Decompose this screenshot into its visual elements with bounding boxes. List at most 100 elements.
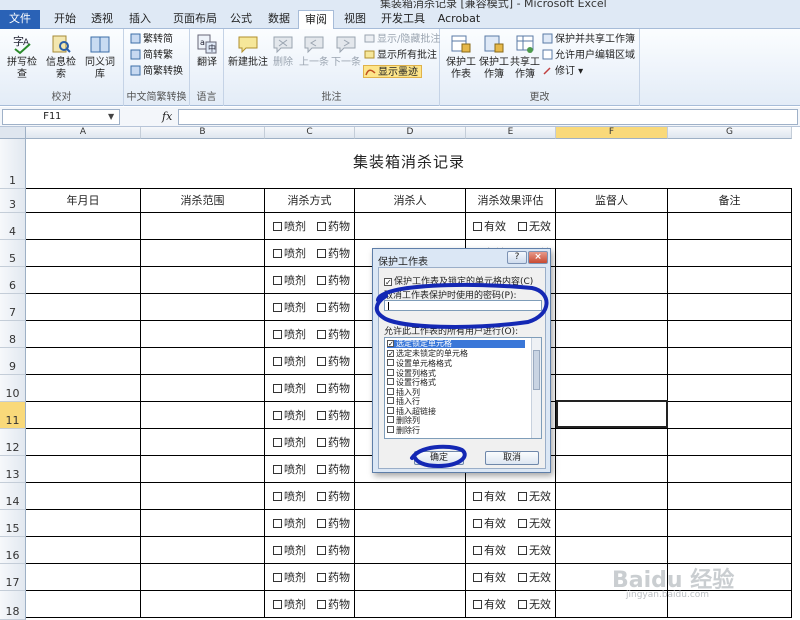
table-cell[interactable] [556,375,668,402]
table-cell[interactable] [556,294,668,321]
table-cell[interactable] [556,456,668,483]
table-cell[interactable]: 喷剂 药物 [265,591,355,618]
list-scrollbar[interactable] [531,338,541,438]
table-cell[interactable]: 喷剂 药物 [265,564,355,591]
header-cell-effect[interactable]: 消杀效果评估 [466,189,556,213]
permission-item[interactable]: ✓ 选定锁定单元格 [387,340,525,348]
table-cell[interactable]: 喷剂 药物 [265,429,355,456]
row-header[interactable]: 5 [0,240,26,267]
table-cell[interactable]: 有效 无效 [466,537,556,564]
show-all-comments-button[interactable]: 显示所有批注 [364,49,437,62]
table-cell[interactable] [141,213,265,240]
protect-workbook-button[interactable]: 保护工作簿 [478,33,510,81]
table-cell[interactable] [26,483,141,510]
chinese-convert-button[interactable]: 简繁转换 [130,65,183,78]
allow-edit-ranges-button[interactable]: 允许用户编辑区域 [542,49,635,62]
checkbox-icon[interactable] [387,359,394,366]
tab-page-layout[interactable]: 页面布局 [166,10,224,29]
row-header[interactable]: 18 [0,591,26,620]
table-cell[interactable] [141,321,265,348]
table-cell[interactable] [26,240,141,267]
table-cell[interactable] [668,240,792,267]
header-cell-date[interactable]: 年月日 [26,189,141,213]
permissions-list[interactable]: ✓ 选定锁定单元格 ✓ 选定未锁定的单元格 设置单元格格式 设置列格式 设置行格式 插入列 插入… [384,337,542,439]
table-cell[interactable] [556,483,668,510]
row-header[interactable]: 12 [0,429,26,456]
table-cell[interactable] [26,537,141,564]
table-cell[interactable] [668,213,792,240]
protect-share-button[interactable]: 保护并共享工作簿 [542,33,635,46]
tab-perspective[interactable]: 透视 [86,10,118,29]
row-header[interactable]: 4 [0,213,26,240]
table-cell[interactable] [668,402,792,429]
table-cell[interactable]: 有效 无效 [466,510,556,537]
table-cell[interactable] [26,321,141,348]
table-cell[interactable] [668,456,792,483]
column-header-d[interactable]: D [355,127,466,139]
permission-item[interactable]: 删除行 [387,425,420,434]
ok-button[interactable]: 确定 [414,451,464,465]
table-cell[interactable] [141,456,265,483]
table-cell[interactable] [668,321,792,348]
track-changes-button[interactable]: 修订 ▾ [542,65,583,78]
table-cell[interactable]: 喷剂 药物 [265,348,355,375]
chevron-down-icon[interactable]: ▼ [108,112,114,121]
protect-locked-checkbox[interactable]: ✓ 保护工作表及锁定的单元格内容(C) [384,274,533,287]
permission-item[interactable]: 设置单元格格式 [387,359,452,368]
table-cell[interactable]: 有效 无效 [466,483,556,510]
table-cell[interactable]: 喷剂 药物 [265,510,355,537]
table-cell[interactable] [141,294,265,321]
column-header-b[interactable]: B [141,127,265,139]
table-cell[interactable] [556,240,668,267]
checkbox-icon[interactable] [387,368,394,376]
table-cell[interactable] [556,537,668,564]
tab-insert[interactable]: 插入 [120,10,160,29]
table-cell[interactable]: 喷剂 药物 [265,267,355,294]
permission-item[interactable]: ✓ 选定未锁定的单元格 [387,349,468,358]
row-header[interactable]: 11 [0,402,26,429]
tab-home[interactable]: 开始 [48,10,82,29]
checkbox-checked-icon[interactable]: ✓ [387,349,394,357]
row-header[interactable]: 13 [0,456,26,483]
formula-input[interactable] [178,109,798,125]
table-cell[interactable] [355,564,466,591]
column-header-a[interactable]: A [26,127,141,139]
function-icon[interactable]: fx [162,110,172,123]
delete-comment-button[interactable]: 删除 [270,33,296,69]
header-cell-method[interactable]: 消杀方式 [265,189,355,213]
header-cell-scope[interactable]: 消杀范围 [141,189,265,213]
table-cell[interactable]: 喷剂 药物 [265,456,355,483]
table-cell[interactable]: 喷剂 药物 [265,213,355,240]
table-cell[interactable] [355,591,466,618]
header-cell-operator[interactable]: 消杀人 [355,189,466,213]
new-comment-button[interactable]: 新建批注 [228,33,268,69]
research-button[interactable]: 信息检索 [43,33,79,81]
scrollbar-thumb[interactable] [533,350,540,390]
table-cell[interactable] [668,537,792,564]
table-cell[interactable] [668,429,792,456]
trad-to-simp-button[interactable]: 繁转简 [130,33,173,46]
table-cell[interactable] [355,213,466,240]
tab-data[interactable]: 数据 [262,10,296,29]
permission-item[interactable]: 插入列 [387,387,420,396]
table-cell[interactable]: 有效 无效 [466,591,556,618]
tab-view[interactable]: 视图 [338,10,372,29]
table-cell[interactable] [668,294,792,321]
table-cell[interactable] [26,375,141,402]
table-cell[interactable] [26,294,141,321]
checkbox-checked-icon[interactable]: ✓ [387,340,394,348]
table-cell[interactable]: 喷剂 药物 [265,321,355,348]
table-cell[interactable] [668,375,792,402]
table-cell[interactable] [668,510,792,537]
spell-check-button[interactable]: 字A 拼写检查 [3,33,41,81]
share-workbook-button[interactable]: 共享工作簿 [510,33,540,81]
row-header[interactable]: 9 [0,348,26,375]
table-cell[interactable] [26,213,141,240]
active-cell-f11[interactable] [556,400,668,428]
table-cell[interactable]: 喷剂 药物 [265,537,355,564]
table-cell[interactable] [668,483,792,510]
table-cell[interactable] [141,240,265,267]
prev-comment-button[interactable]: 上一条 [298,33,330,69]
table-cell[interactable] [141,564,265,591]
table-cell[interactable] [26,564,141,591]
